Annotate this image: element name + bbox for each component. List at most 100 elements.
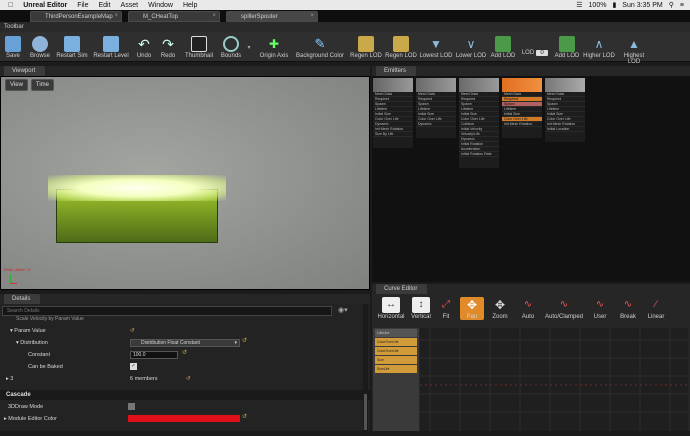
curve-item[interactable]: Size	[375, 356, 417, 364]
break-curve-icon: ∿	[623, 299, 633, 310]
reset-icon[interactable]: ↺	[186, 373, 191, 385]
app-menu[interactable]: Unreal Editor	[23, 2, 67, 9]
curve-item[interactable]: SizeLife	[375, 365, 417, 373]
close-icon[interactable]: ×	[310, 13, 314, 19]
vertical-button[interactable]: ↕ Vertical	[408, 297, 434, 320]
menu-help[interactable]: Help	[183, 2, 197, 9]
can-be-baked-checkbox[interactable]: ✓	[130, 363, 137, 370]
list-icon[interactable]: ≡	[680, 2, 684, 9]
menu-window[interactable]: Window	[148, 2, 173, 9]
emitter-column-selected[interactable]: Mesh Data Required Spawn Lifetime Initia…	[502, 78, 542, 138]
battery-label[interactable]: 100%	[589, 2, 607, 9]
restart-level-button[interactable]: Restart Level	[92, 36, 130, 59]
close-icon[interactable]: ×	[114, 13, 118, 19]
regen-lod-alt-button[interactable]: Regen LOD	[384, 36, 418, 59]
zoom-icon: ✥	[494, 298, 506, 312]
linear-button[interactable]: ∕ Linear	[643, 297, 669, 320]
restart-sim-button[interactable]: Restart Sim	[55, 36, 89, 59]
details-tab[interactable]: Details	[4, 294, 41, 304]
higher-lod-label: Higher LOD	[583, 53, 615, 59]
zoom-button[interactable]: ✥ Zoom	[489, 297, 511, 320]
detail-label: 3	[10, 376, 14, 382]
view-button[interactable]: View	[5, 79, 28, 91]
emitter-thumbnail	[545, 78, 585, 92]
menu-asset[interactable]: Asset	[121, 2, 139, 9]
auto-clamped-button[interactable]: ∿ Auto/Clamped	[543, 297, 585, 320]
background-color-button[interactable]: ✎ Background Color	[294, 36, 346, 59]
pan-icon: ✥	[466, 298, 478, 312]
details-scrollbar[interactable]	[363, 304, 368, 431]
search-details-input[interactable]: Search Details	[2, 306, 332, 316]
break-button[interactable]: ∿ Break	[616, 297, 640, 320]
eye-icon[interactable]: ◉▾	[338, 306, 348, 314]
auto-clamped-label: Auto/Clamped	[544, 314, 584, 320]
module-row[interactable]: Initial Rotation Rate	[459, 152, 499, 157]
curve-item[interactable]: ColorOverLife	[375, 338, 417, 346]
apple-icon[interactable]: 	[8, 2, 13, 9]
reset-icon[interactable]: ↺	[242, 337, 247, 344]
module-row[interactable]: Init Mesh Rotation	[502, 122, 542, 127]
tab-material[interactable]: M_CHeatTop ×	[128, 11, 220, 22]
curve-editor-tab[interactable]: Curve Editor	[376, 284, 428, 294]
pan-button[interactable]: ✥ Pan	[460, 297, 484, 320]
bounds-button[interactable]: Bounds	[219, 36, 243, 59]
lod-value-field[interactable]: 0	[536, 50, 548, 56]
regen-lod-button[interactable]: Regen LOD	[349, 36, 383, 59]
3d-draw-mode-checkbox[interactable]	[128, 403, 135, 410]
auto-button[interactable]: ∿ Auto	[516, 297, 540, 320]
bounds-dropdown-icon[interactable]: ▾	[245, 44, 253, 51]
module-color-swatch[interactable]	[128, 415, 240, 422]
constant-field[interactable]: 100.0	[130, 351, 178, 359]
emitters-header: Emitters	[372, 66, 690, 76]
add-lod-after-button[interactable]: Add LOD	[553, 36, 581, 59]
emitter-thumbnail	[502, 78, 542, 92]
cascade-header[interactable]: Cascade	[0, 390, 370, 400]
emitter-thumbnail	[459, 78, 499, 92]
browse-button[interactable]: Browse	[27, 36, 53, 59]
wifi-icon[interactable]: ☰	[576, 1, 582, 9]
undo-button[interactable]: ↶ Undo	[134, 36, 154, 59]
highest-lod-button[interactable]: ▲ Highest LOD	[617, 36, 651, 65]
horizontal-button[interactable]: ↔ Horizontal	[374, 297, 408, 320]
origin-axis-button[interactable]: ✚ Origin Axis	[259, 36, 289, 59]
curve-graph-grid	[420, 328, 688, 431]
thumbnail-button[interactable]: Thumbnail	[184, 36, 214, 59]
add-lod-before-button[interactable]: Add LOD	[489, 36, 517, 59]
save-button[interactable]: Save	[3, 36, 23, 59]
curve-item[interactable]: LifeLine	[375, 329, 417, 337]
viewport-tab[interactable]: Viewport	[4, 66, 46, 76]
module-row[interactable]: Dynamic	[416, 122, 456, 127]
menu-file[interactable]: File	[77, 2, 88, 9]
emitter-column[interactable]: Mesh Data Required Spawn Lifetime Initia…	[373, 78, 413, 148]
close-icon[interactable]: ×	[212, 13, 216, 19]
reset-icon[interactable]: ↺	[242, 413, 247, 420]
module-row[interactable]: Size By Life	[373, 132, 413, 137]
module-row[interactable]: Initial Location	[545, 127, 585, 132]
battery-icon[interactable]: ▮	[612, 1, 616, 9]
save-label: Save	[6, 53, 20, 59]
lower-lod-button[interactable]: ∨ Lower LOD	[455, 36, 487, 59]
tab-map[interactable]: ThirdPersonExampleMap ×	[30, 11, 122, 22]
emitter-column[interactable]: Mesh Data Required Spawn Lifetime Initia…	[459, 78, 499, 168]
fit-button[interactable]: ⤢ Fit	[436, 297, 456, 320]
reset-icon[interactable]: ↺	[130, 325, 135, 337]
scrollbar-thumb[interactable]	[364, 394, 367, 430]
higher-lod-button[interactable]: ∧ Higher LOD	[583, 36, 615, 59]
time-button[interactable]: Time	[30, 79, 55, 91]
tab-particle-system[interactable]: spillerSpouter ×	[226, 11, 318, 22]
spotlight-icon[interactable]: ⚲	[669, 1, 674, 9]
lowest-lod-button[interactable]: ▼ Lowest LOD	[419, 36, 453, 59]
emitter-column[interactable]: Mesh Data Required Spawn Lifetime Initia…	[545, 78, 585, 142]
reset-icon[interactable]: ↺	[182, 349, 187, 356]
curve-item[interactable]: ColorOverLife	[375, 347, 417, 355]
linear-curve-icon: ∕	[655, 299, 657, 310]
menu-edit[interactable]: Edit	[98, 2, 110, 9]
bounds-label: Bounds	[220, 53, 242, 59]
clock[interactable]: Sun 3:35 PM	[622, 2, 662, 9]
emitters-tab[interactable]: Emitters	[376, 66, 417, 76]
emitter-column[interactable]: Mesh Data Required Spawn Lifetime Initia…	[416, 78, 456, 138]
user-button[interactable]: ∿ User	[589, 297, 611, 320]
redo-button[interactable]: ↷ Redo	[158, 36, 178, 59]
distribution-dropdown[interactable]: Distribution Float Constant ▾	[130, 339, 240, 347]
curve-graph[interactable]	[420, 328, 688, 431]
